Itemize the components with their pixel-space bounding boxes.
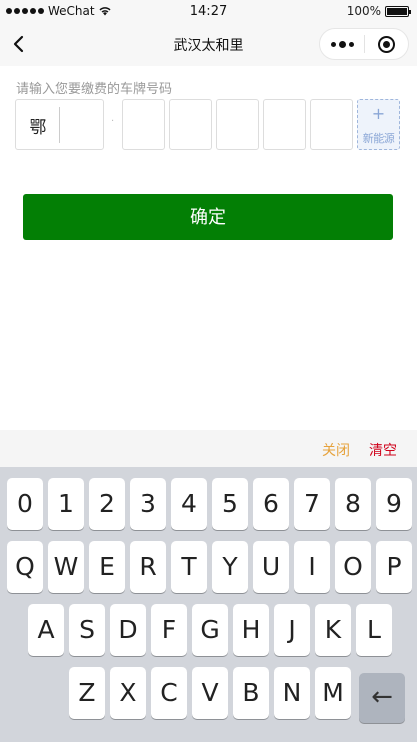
key[interactable]: G xyxy=(192,604,228,656)
key[interactable]: L xyxy=(356,604,392,656)
close-circle-icon xyxy=(377,35,395,53)
key[interactable]: 5 xyxy=(212,478,248,530)
key[interactable]: 3 xyxy=(130,478,166,530)
plate-keyboard: ← 0123456789 QWERTYUIOP ASDFGHJKL ZXCVBNM xyxy=(0,467,417,742)
plate-char-field-3[interactable] xyxy=(122,99,165,150)
key[interactable]: U xyxy=(253,541,289,593)
battery-percent: 100% xyxy=(346,4,381,18)
status-bar: WeChat 14:27 100% xyxy=(0,0,417,22)
key[interactable]: E xyxy=(89,541,125,593)
key[interactable]: K xyxy=(315,604,351,656)
key[interactable]: N xyxy=(274,667,310,719)
plate-char-field-6[interactable] xyxy=(263,99,306,150)
confirm-button[interactable]: 确定 xyxy=(23,194,393,240)
key[interactable]: Q xyxy=(7,541,43,593)
keyboard-close-button[interactable]: 关闭 xyxy=(322,440,350,460)
key[interactable]: Z xyxy=(69,667,105,719)
key[interactable]: 4 xyxy=(171,478,207,530)
plate-province-char: 鄂 xyxy=(29,118,47,138)
key[interactable]: C xyxy=(151,667,187,719)
key[interactable]: 9 xyxy=(376,478,412,530)
keyboard-clear-button[interactable]: 清空 xyxy=(369,440,397,460)
keyboard-toolbar: 关闭 清空 xyxy=(0,430,417,467)
key[interactable]: T xyxy=(171,541,207,593)
key[interactable]: V xyxy=(192,667,228,719)
key[interactable]: M xyxy=(315,667,351,719)
cursor xyxy=(59,107,60,143)
plate-char-field-7[interactable] xyxy=(310,99,353,150)
plate-province-field[interactable]: 鄂 xyxy=(15,99,104,150)
key[interactable]: D xyxy=(110,604,146,656)
mini-program-capsule xyxy=(319,28,409,60)
key[interactable]: P xyxy=(376,541,412,593)
key[interactable]: 7 xyxy=(294,478,330,530)
status-right: 100% xyxy=(346,4,411,18)
key[interactable]: H xyxy=(233,604,269,656)
new-energy-field[interactable]: + 新能源 xyxy=(357,99,400,150)
nav-bar: 武汉太和里 xyxy=(0,22,417,66)
key[interactable]: J xyxy=(274,604,310,656)
key[interactable]: Y xyxy=(212,541,248,593)
key[interactable]: I xyxy=(294,541,330,593)
key[interactable]: O xyxy=(335,541,371,593)
key[interactable]: 6 xyxy=(253,478,289,530)
key[interactable]: X xyxy=(110,667,146,719)
key[interactable]: A xyxy=(28,604,64,656)
more-button[interactable] xyxy=(320,28,364,60)
key[interactable]: F xyxy=(151,604,187,656)
plate-separator-dot: · xyxy=(111,116,115,127)
plus-icon: + xyxy=(371,104,386,123)
plate-hint: 请输入您要缴费的车牌号码 xyxy=(16,82,173,97)
plate-char-field-4[interactable] xyxy=(169,99,212,150)
battery-icon xyxy=(385,5,411,17)
close-mini-program-button[interactable] xyxy=(365,28,408,60)
plate-char-field-5[interactable] xyxy=(216,99,259,150)
key[interactable]: R xyxy=(130,541,166,593)
key[interactable]: 0 xyxy=(7,478,43,530)
key[interactable]: 1 xyxy=(48,478,84,530)
new-energy-label: 新能源 xyxy=(362,132,395,145)
key[interactable]: S xyxy=(69,604,105,656)
key[interactable]: B xyxy=(233,667,269,719)
backspace-key[interactable]: ← xyxy=(359,673,405,723)
key[interactable]: 8 xyxy=(335,478,371,530)
key[interactable]: 2 xyxy=(89,478,125,530)
key[interactable]: W xyxy=(48,541,84,593)
